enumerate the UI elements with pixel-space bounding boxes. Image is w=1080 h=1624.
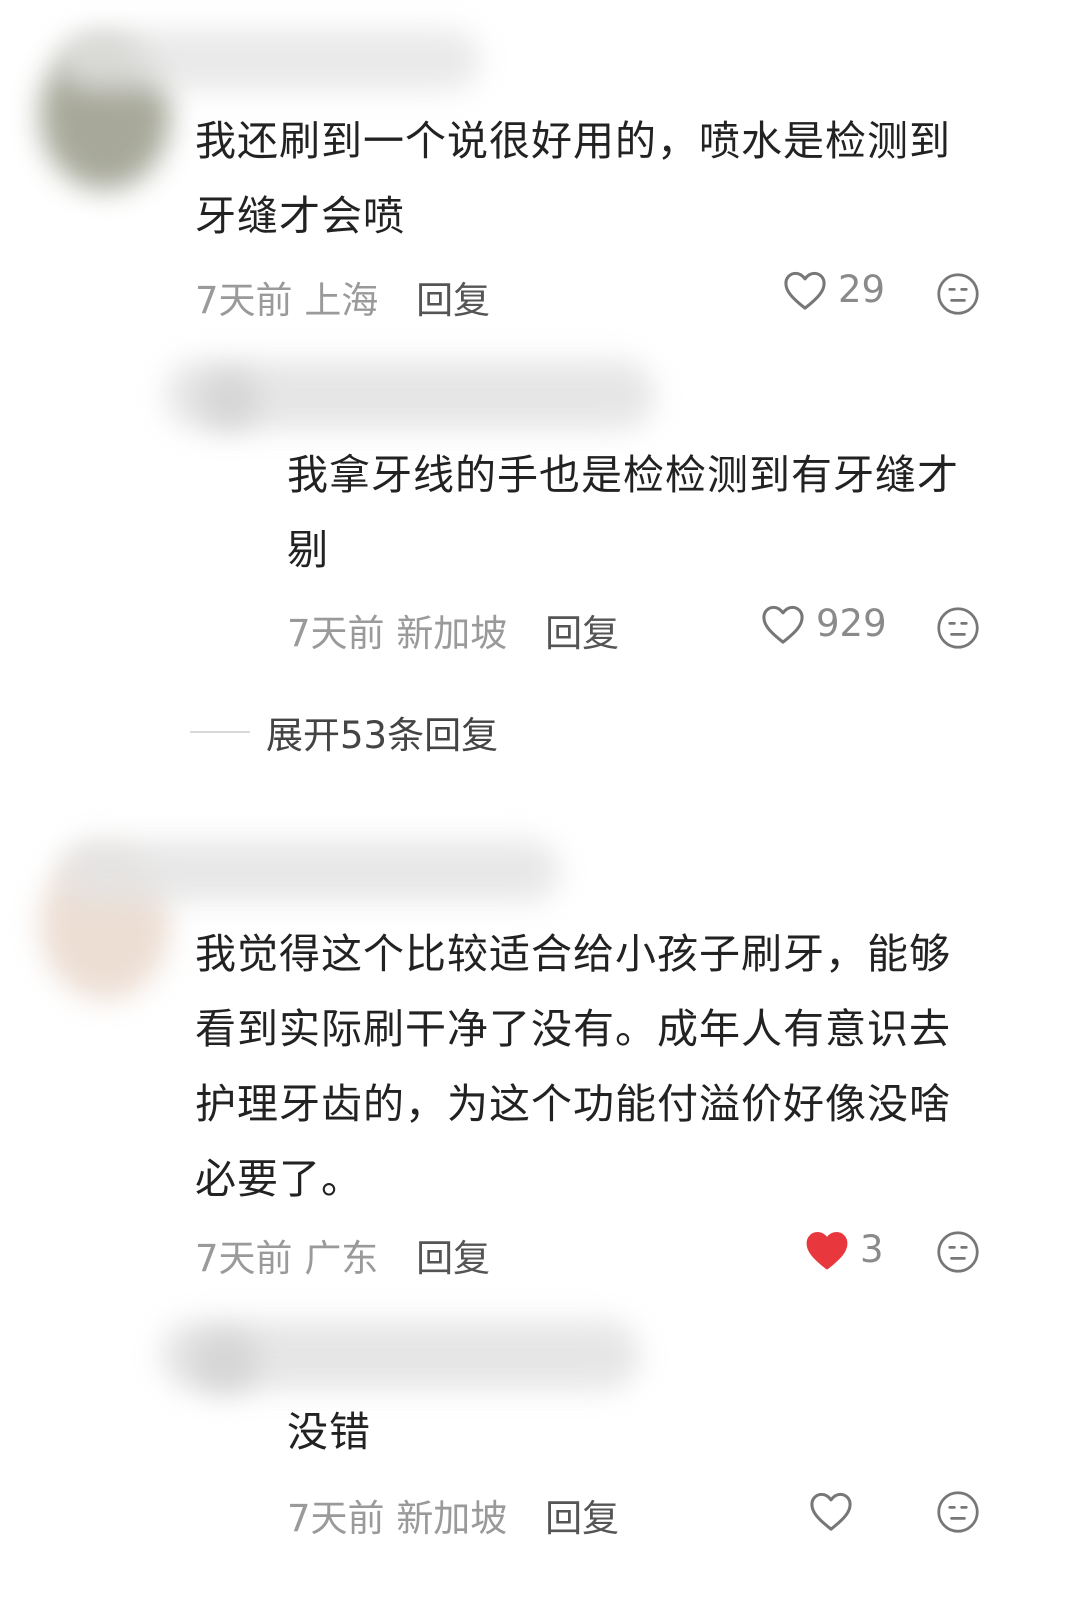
like-button[interactable] bbox=[808, 1490, 854, 1532]
comment-text: 我还刷到一个说很好用的，喷水是检测到牙缝才会喷 bbox=[195, 117, 951, 240]
meh-face-icon[interactable] bbox=[936, 272, 980, 316]
expand-replies-label: 展开53条回复 bbox=[266, 714, 499, 757]
divider-line bbox=[190, 731, 250, 733]
comment-location: 广东 bbox=[304, 1237, 379, 1280]
heart-icon-filled bbox=[804, 1229, 850, 1271]
reply-button[interactable]: 回复 bbox=[416, 1237, 490, 1280]
comment-time: 7天前 bbox=[195, 279, 293, 322]
like-button[interactable]: 929 bbox=[760, 602, 887, 645]
like-count: 3 bbox=[860, 1228, 884, 1271]
meh-face-icon[interactable] bbox=[936, 606, 980, 650]
reply-meta: 7天前 新加坡 回复 bbox=[287, 1488, 619, 1542]
like-count: 929 bbox=[816, 602, 887, 645]
reply-meta: 7天前 新加坡 回复 bbox=[287, 603, 619, 657]
reply-time: 7天前 bbox=[287, 1497, 385, 1540]
reply-button[interactable]: 回复 bbox=[416, 279, 490, 322]
reply-text: 没错 bbox=[287, 1408, 371, 1456]
meh-face-icon[interactable] bbox=[936, 1490, 980, 1534]
reply-button[interactable]: 回复 bbox=[545, 612, 619, 655]
heart-icon bbox=[808, 1490, 854, 1532]
blurred-username[interactable] bbox=[60, 30, 480, 90]
reply-location: 新加坡 bbox=[396, 612, 508, 655]
blurred-username[interactable] bbox=[60, 840, 560, 902]
like-button[interactable]: 3 bbox=[804, 1228, 884, 1271]
like-button[interactable]: 29 bbox=[782, 268, 885, 311]
like-count: 29 bbox=[838, 268, 886, 311]
blurred-reply-avatar[interactable] bbox=[190, 1330, 260, 1394]
comment-meta: 7天前 广东 回复 bbox=[195, 1228, 490, 1282]
heart-icon bbox=[760, 603, 806, 645]
reply-text: 我拿牙线的手也是检检测到有牙缝才剔 bbox=[287, 451, 959, 574]
comment-meta: 7天前 上海 回复 bbox=[195, 270, 490, 324]
reply-button[interactable]: 回复 bbox=[545, 1497, 619, 1540]
comment-location: 上海 bbox=[304, 279, 379, 322]
meh-face-icon[interactable] bbox=[936, 1230, 980, 1274]
comment-text: 我觉得这个比较适合给小孩子刷牙，能够看到实际刷干净了没有。成年人有意识去护理牙齿… bbox=[195, 930, 951, 1203]
blurred-reply-avatar[interactable] bbox=[200, 370, 260, 430]
expand-replies-button[interactable]: 展开53条回复 bbox=[190, 705, 498, 759]
comment-time: 7天前 bbox=[195, 1237, 293, 1280]
reply-time: 7天前 bbox=[287, 612, 385, 655]
heart-icon bbox=[782, 269, 828, 311]
reply-location: 新加坡 bbox=[396, 1497, 508, 1540]
